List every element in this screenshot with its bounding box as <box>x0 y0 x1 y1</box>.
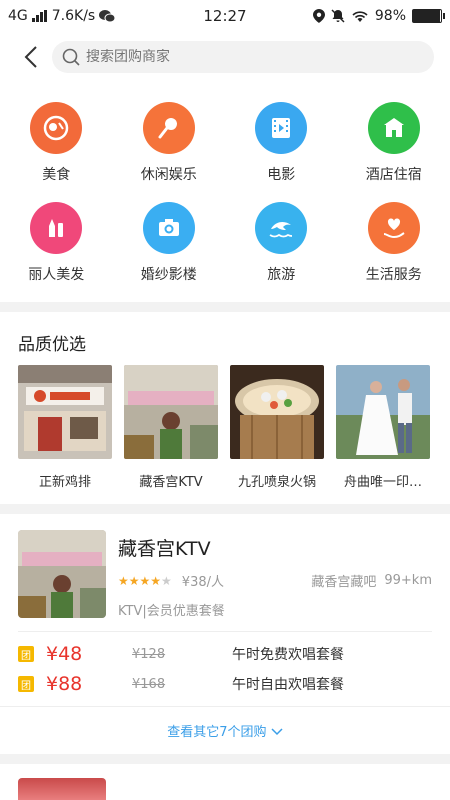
quality-item[interactable]: 正新鸡排 <box>18 365 112 490</box>
header <box>0 32 450 82</box>
chevron-down-icon <box>271 728 283 736</box>
deal-info: 藏香宫KTV ★★★★★ ¥38/人 藏香宫藏吧 99+km KTV|会员优惠套… <box>118 530 432 619</box>
search-icon <box>62 48 80 66</box>
wifi-icon <box>352 11 368 22</box>
deal-card[interactable]: 藏香宫KTV ★★★★★ ¥38/人 藏香宫藏吧 99+km KTV|会员优惠套… <box>0 514 450 754</box>
category-beauty[interactable]: 丽人美发 <box>0 202 113 284</box>
view-more-deals-link[interactable]: 查看其它7个团购 <box>0 706 450 754</box>
network-speed: 7.6K/s <box>51 8 96 24</box>
lipstick-icon <box>30 202 83 254</box>
item-label: 舟曲唯一印… <box>343 475 422 490</box>
rating-stars: ★★★★★ <box>118 573 172 588</box>
status-right: 98% <box>312 8 445 24</box>
network-label: 4G <box>8 8 28 24</box>
deal-photo <box>18 778 106 800</box>
deal-meta: ★★★★★ ¥38/人 藏香宫藏吧 99+km <box>118 571 432 590</box>
offer-description: 午时自由欢唱套餐 <box>232 677 344 693</box>
offer-original-price: ¥128 <box>132 646 166 662</box>
category-hotel[interactable]: 酒店住宿 <box>338 102 450 184</box>
category-label: 美食 <box>42 167 71 183</box>
category-label: 婚纱影楼 <box>140 267 197 283</box>
group-buy-badge: 团 <box>18 676 34 692</box>
wechat-icon <box>99 10 116 23</box>
category-label: 酒店住宿 <box>365 167 422 183</box>
back-button[interactable] <box>16 42 46 72</box>
category-entertainment[interactable]: 休闲娱乐 <box>113 102 226 184</box>
dolphin-icon <box>255 202 308 254</box>
deal-title: 藏香宫KTV <box>118 538 211 560</box>
category-label: 电影 <box>267 167 296 183</box>
category-label: 丽人美发 <box>28 267 85 283</box>
divider <box>18 631 432 632</box>
signal-icon <box>31 10 47 22</box>
offer-price: ¥48 <box>46 643 83 665</box>
ktv-photo <box>124 365 218 459</box>
category-food[interactable]: 美食 <box>0 102 113 184</box>
price-per-person: ¥38/人 <box>181 575 224 590</box>
offer-original-price: ¥168 <box>132 676 166 692</box>
back-arrow-icon <box>24 46 37 68</box>
category-movie[interactable]: 电影 <box>225 102 338 184</box>
wedding-photo <box>336 365 430 459</box>
quality-item[interactable]: 藏香宫KTV <box>124 365 218 490</box>
view-more-label: 查看其它7个团购 <box>167 725 267 740</box>
category-life-service[interactable]: 生活服务 <box>338 202 450 284</box>
quality-list: 正新鸡排 藏香宫KTV 九孔喷泉火锅 舟曲唯一印… <box>0 365 450 504</box>
category-wedding-photo[interactable]: 婚纱影楼 <box>113 202 226 284</box>
item-label: 藏香宫KTV <box>139 475 203 490</box>
quality-item[interactable]: 九孔喷泉火锅 <box>230 365 324 490</box>
food-icon <box>30 102 83 154</box>
quality-section: 品质优选 正新鸡排 藏香宫KTV 九孔喷泉火锅 舟曲唯一印… <box>0 312 450 504</box>
next-deal-card[interactable] <box>0 764 450 800</box>
battery-percent: 98% <box>374 8 406 24</box>
search-bar[interactable] <box>52 41 434 73</box>
deal-location: 藏香宫藏吧 <box>311 575 377 590</box>
hotel-icon <box>367 102 420 154</box>
heart-hand-icon <box>367 202 420 254</box>
camera-icon <box>142 202 195 254</box>
category-label: 旅游 <box>267 267 296 283</box>
deal-header: 藏香宫KTV ★★★★★ ¥38/人 藏香宫藏吧 99+km KTV|会员优惠套… <box>18 530 432 619</box>
location-icon <box>312 9 325 23</box>
section-title: 品质优选 <box>18 335 86 355</box>
item-label: 九孔喷泉火锅 <box>237 475 316 490</box>
group-buy-badge: 团 <box>18 646 34 662</box>
offer-price: ¥88 <box>46 673 83 695</box>
category-label: 生活服务 <box>365 267 422 283</box>
battery-icon <box>412 9 445 23</box>
store-photo <box>18 365 112 459</box>
category-grid: 美食 休闲娱乐 电影 酒店住宿 丽人美发 婚纱影楼 旅游 生活服务 <box>0 82 450 302</box>
category-travel[interactable]: 旅游 <box>225 202 338 284</box>
hotpot-photo <box>230 365 324 459</box>
deal-body: 藏香宫KTV ★★★★★ ¥38/人 藏香宫藏吧 99+km KTV|会员优惠套… <box>0 514 450 698</box>
status-left: 4G 7.6K/s <box>8 8 116 24</box>
deal-tag: KTV|会员优惠套餐 <box>118 604 225 619</box>
deal-distance: 99+km <box>384 573 432 588</box>
mute-icon <box>331 9 345 23</box>
item-label: 正新鸡排 <box>38 475 91 490</box>
status-bar: 4G 7.6K/s 12:27 98% <box>0 0 450 32</box>
quality-item[interactable]: 舟曲唯一印… <box>336 365 430 490</box>
film-icon <box>255 102 308 154</box>
offer-row[interactable]: 团 ¥88 ¥168 午时自由欢唱套餐 <box>18 670 432 698</box>
category-label: 休闲娱乐 <box>140 167 197 183</box>
offer-description: 午时免费欢唱套餐 <box>232 647 344 663</box>
microphone-icon <box>142 102 195 154</box>
search-input[interactable] <box>86 49 424 65</box>
deal-photo <box>18 530 106 618</box>
offer-row[interactable]: 团 ¥48 ¥128 午时免费欢唱套餐 <box>18 640 432 668</box>
